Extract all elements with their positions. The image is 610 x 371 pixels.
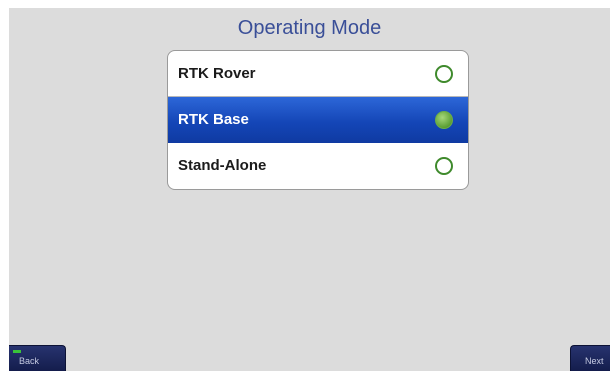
radio-empty-icon[interactable] xyxy=(435,65,453,83)
mode-list: RTK Rover RTK Base Stand-Alone xyxy=(167,50,469,190)
next-button[interactable]: Next xyxy=(570,345,610,371)
page-title: Operating Mode xyxy=(237,17,382,39)
next-button-label: Next xyxy=(585,356,604,366)
status-led-icon xyxy=(13,350,21,353)
mode-option-rtk-base[interactable]: RTK Base xyxy=(168,97,468,143)
mode-option-label: RTK Rover xyxy=(178,65,256,82)
radio-filled-icon[interactable] xyxy=(435,111,453,129)
back-button-label: Back xyxy=(19,356,40,366)
mode-option-label: RTK Base xyxy=(178,111,249,128)
back-button[interactable]: Back xyxy=(9,345,66,371)
mode-option-label: Stand-Alone xyxy=(178,157,267,174)
radio-empty-icon[interactable] xyxy=(435,157,453,175)
operating-mode-screen: Operating Mode RTK Rover RTK Base Stand-… xyxy=(9,8,610,371)
mode-option-rtk-rover[interactable]: RTK Rover xyxy=(168,51,468,97)
mode-option-stand-alone[interactable]: Stand-Alone xyxy=(168,143,468,189)
